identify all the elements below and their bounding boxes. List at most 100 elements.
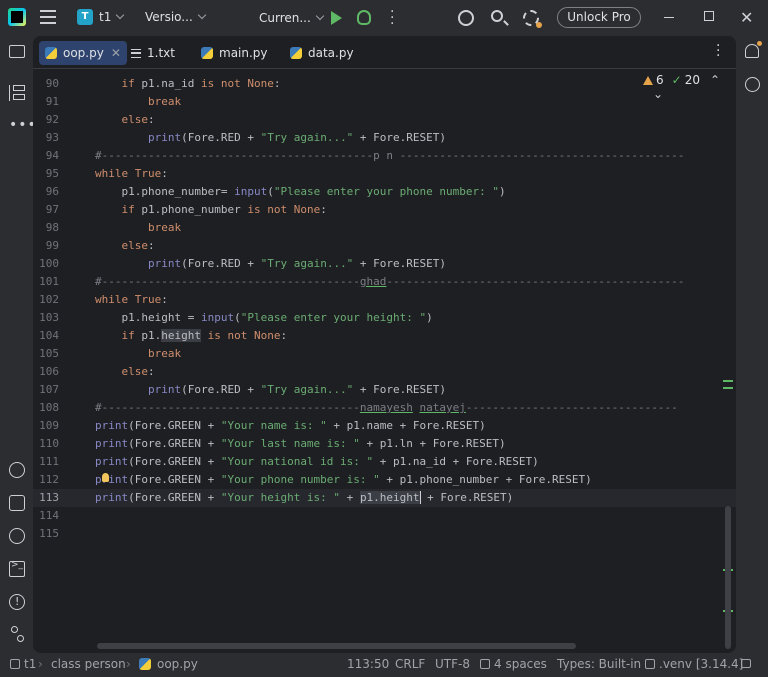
code-line[interactable]: 113 print(Fore.GREEN + "Your height is: "… — [33, 489, 736, 507]
change-marker[interactable] — [723, 387, 733, 389]
breadcrumb-project[interactable]: t1 — [10, 657, 36, 671]
code-line[interactable]: 103 p1.height = input("Please enter your… — [33, 309, 736, 327]
code-line[interactable]: 110 print(Fore.GREEN + "Your last name is… — [33, 435, 736, 453]
code-line[interactable]: 106 else: — [33, 363, 736, 381]
python-packages-icon[interactable] — [9, 462, 25, 478]
terminal-icon[interactable] — [9, 560, 25, 577]
line-separator[interactable]: CRLF — [395, 657, 425, 671]
code-editor[interactable]: 90 if p1.na_id is not None: 91 break 92 el… — [33, 69, 736, 653]
python-interpreter[interactable]: .venv [3.14.4] — [645, 657, 743, 671]
code-line[interactable]: 112 print(Fore.GREEN + "Your phone number… — [33, 471, 736, 489]
line-number[interactable]: 113 — [33, 489, 59, 507]
code-line[interactable]: 97 if p1.phone_number is not None: — [33, 201, 736, 219]
debug-icon[interactable] — [357, 10, 371, 25]
unlock-pro-button[interactable]: Unlock Pro — [557, 7, 641, 28]
intention-bulb-icon[interactable] — [102, 473, 109, 482]
line-number[interactable]: 95 — [33, 165, 59, 183]
line-number[interactable]: 90 — [33, 75, 59, 93]
more-actions-icon[interactable]: · · · — [390, 5, 396, 31]
line-number[interactable]: 108 — [33, 399, 59, 417]
tab-oop-py[interactable]: oop.py ✕ — [39, 41, 127, 65]
tab-1-txt[interactable]: 1.txt — [131, 41, 175, 65]
line-number[interactable]: 104 — [33, 327, 59, 345]
breadcrumb-file[interactable]: oop.py — [139, 657, 198, 671]
ai-chat-icon[interactable] — [745, 77, 760, 92]
code-line[interactable]: 109 print(Fore.GREEN + "Your name is: " +… — [33, 417, 736, 435]
tab-main-py[interactable]: main.py — [201, 41, 268, 65]
line-number[interactable]: 94 — [33, 147, 59, 165]
line-number[interactable]: 110 — [33, 435, 59, 453]
line-number[interactable]: 97 — [33, 201, 59, 219]
maximize-window-icon[interactable] — [704, 11, 714, 21]
line-number[interactable]: 92 — [33, 111, 59, 129]
search-icon[interactable] — [491, 10, 503, 22]
more-tools-icon[interactable]: ••• — [9, 118, 36, 136]
notifications-bell-icon[interactable] — [745, 41, 762, 58]
settings-gear-icon[interactable] — [523, 10, 542, 28]
close-tab-icon[interactable]: ✕ — [111, 46, 121, 60]
run-config-selector[interactable]: Curren... — [259, 11, 325, 25]
project-folder-icon[interactable] — [9, 45, 25, 58]
code-line[interactable]: 111 print(Fore.GREEN + "Your national id … — [33, 453, 736, 471]
indent-setting[interactable]: 4 spaces — [480, 657, 547, 671]
code-line[interactable]: 93 print(Fore.RED + "Try again..." + For… — [33, 129, 736, 147]
ai-assistant-icon[interactable] — [458, 10, 474, 26]
services-icon[interactable] — [9, 528, 25, 544]
line-number[interactable]: 109 — [33, 417, 59, 435]
line-number[interactable]: 111 — [33, 453, 59, 471]
problems-icon[interactable] — [9, 594, 25, 610]
vcs-widget[interactable]: Versio... — [145, 10, 207, 24]
code-line[interactable]: 108 #------------------------------------… — [33, 399, 736, 417]
code-line[interactable]: 102 while True: — [33, 291, 736, 309]
project-selector[interactable]: t1 — [99, 10, 125, 24]
code-line[interactable]: 96 p1.phone_number= input("Please enter … — [33, 183, 736, 201]
close-window-icon[interactable]: ✕ — [740, 8, 753, 27]
minimize-window-icon[interactable] — [664, 17, 674, 18]
code-line[interactable]: 101 #------------------------------------… — [33, 273, 736, 291]
line-number[interactable]: 112 — [33, 471, 59, 489]
pycharm-logo-icon[interactable] — [8, 8, 26, 26]
code-line[interactable]: 115 — [33, 525, 736, 543]
code-line[interactable]: 98 break — [33, 219, 736, 237]
line-number[interactable]: 102 — [33, 291, 59, 309]
run-icon[interactable] — [331, 11, 342, 25]
line-number[interactable]: 101 — [33, 273, 59, 291]
line-number[interactable]: 107 — [33, 381, 59, 399]
code-line[interactable]: 100 print(Fore.RED + "Try again..." + Fo… — [33, 255, 736, 273]
line-number[interactable]: 93 — [33, 129, 59, 147]
line-number[interactable]: 115 — [33, 525, 59, 543]
tab-options-icon[interactable]: · · · — [716, 39, 721, 63]
line-number[interactable]: 105 — [33, 345, 59, 363]
structure-icon[interactable] — [9, 85, 25, 101]
code-line[interactable]: 90 if p1.na_id is not None: — [33, 75, 736, 93]
code-line[interactable]: 114 — [33, 507, 736, 525]
caret-position[interactable]: 113:50 — [347, 657, 389, 671]
line-number[interactable]: 106 — [33, 363, 59, 381]
code-line[interactable]: 91 break — [33, 93, 736, 111]
read-only-lock-icon[interactable] — [741, 659, 751, 668]
version-control-icon[interactable] — [9, 626, 25, 642]
line-number[interactable]: 114 — [33, 507, 59, 525]
vertical-scrollbar[interactable] — [725, 506, 731, 649]
change-marker[interactable] — [723, 380, 733, 382]
code-line[interactable]: 94 #-------------------------------------… — [33, 147, 736, 165]
line-number[interactable]: 96 — [33, 183, 59, 201]
line-number[interactable]: 91 — [33, 93, 59, 111]
file-encoding[interactable]: UTF-8 — [435, 657, 470, 671]
project-badge[interactable]: T — [77, 9, 93, 25]
line-number[interactable]: 103 — [33, 309, 59, 327]
code-line[interactable]: 92 else: — [33, 111, 736, 129]
code-line[interactable]: 95 while True: — [33, 165, 736, 183]
python-console-icon[interactable] — [9, 495, 25, 511]
type-checker[interactable]: Types: Built-in — [557, 657, 641, 671]
code-line[interactable]: 99 else: — [33, 237, 736, 255]
code-line[interactable]: 104 if p1.height is not None: — [33, 327, 736, 345]
horizontal-scrollbar[interactable] — [97, 643, 576, 649]
breadcrumb-class[interactable]: class person — [51, 657, 126, 671]
line-number[interactable]: 100 — [33, 255, 59, 273]
code-line[interactable]: 105 break — [33, 345, 736, 363]
code-line[interactable]: 107 print(Fore.RED + "Try again..." + Fo… — [33, 381, 736, 399]
line-number[interactable]: 98 — [33, 219, 59, 237]
line-number[interactable]: 99 — [33, 237, 59, 255]
main-menu-icon[interactable] — [40, 10, 56, 24]
